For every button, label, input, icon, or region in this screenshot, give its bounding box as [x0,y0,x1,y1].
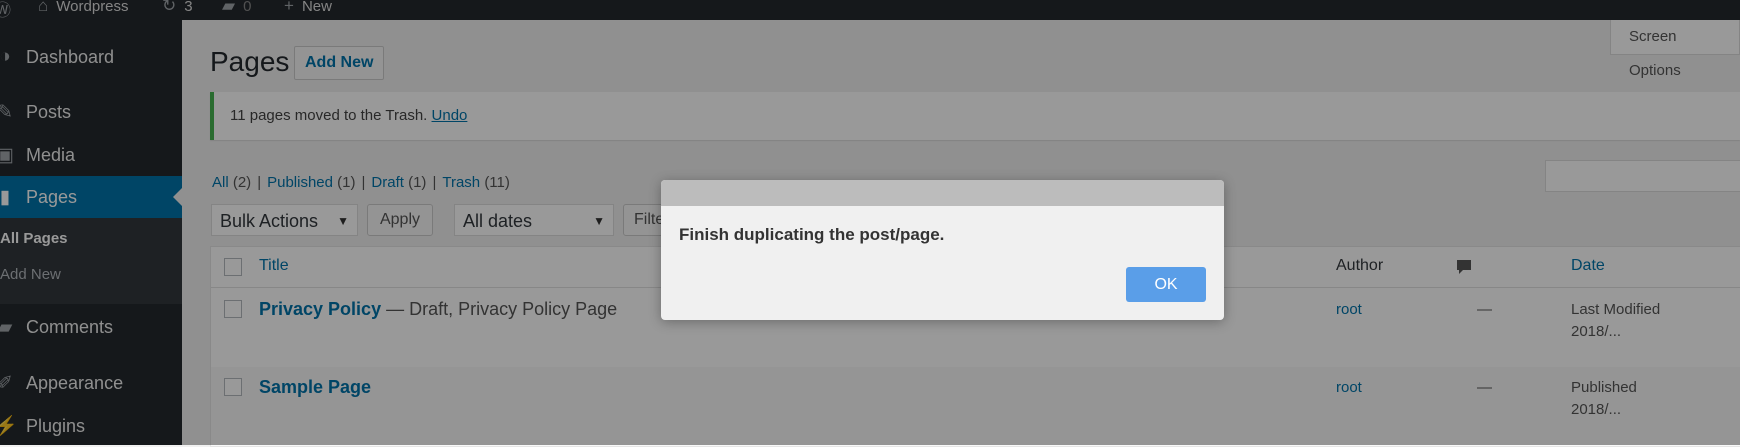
ok-button[interactable]: OK [1126,267,1206,302]
dialog-message: Finish duplicating the post/page. [679,225,945,244]
alert-dialog: Finish duplicating the post/page. OK [661,180,1224,320]
dialog-titlebar [661,180,1224,206]
